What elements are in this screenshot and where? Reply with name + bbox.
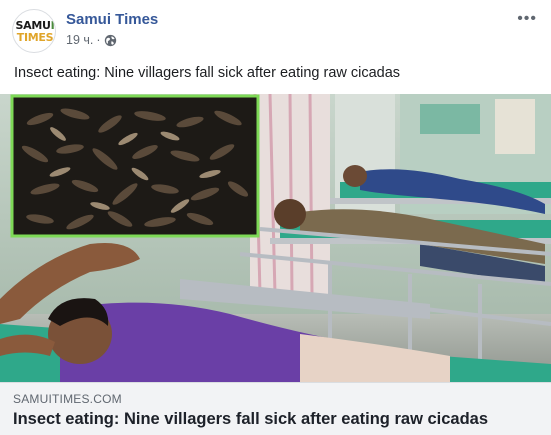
post-meta: 19 ч. · (66, 33, 117, 47)
more-options-button[interactable]: ••• (517, 10, 537, 28)
link-preview[interactable]: SAMUITIMES.COM Insect eating: Nine villa… (0, 382, 551, 435)
post-message: Insect eating: Nine villagers fall sick … (14, 65, 401, 81)
link-domain: SAMUITIMES.COM (13, 392, 122, 406)
post-photo[interactable] (0, 94, 551, 382)
link-title[interactable]: Insect eating: Nine villagers fall sick … (13, 410, 543, 429)
meta-separator: · (96, 33, 101, 47)
facebook-post-card: SAMUI TIMES Samui Times 19 ч. · ••• Inse… (0, 0, 551, 435)
page-name-link[interactable]: Samui Times (66, 11, 158, 28)
avatar-logo-bottom: TIMES (16, 31, 54, 44)
post-timestamp[interactable]: 19 ч. (66, 33, 93, 47)
hospital-ward-photo (0, 94, 551, 382)
globe-icon[interactable] (104, 34, 117, 47)
post-header: SAMUI TIMES Samui Times 19 ч. · ••• (0, 0, 551, 62)
page-avatar[interactable]: SAMUI TIMES (12, 9, 56, 53)
